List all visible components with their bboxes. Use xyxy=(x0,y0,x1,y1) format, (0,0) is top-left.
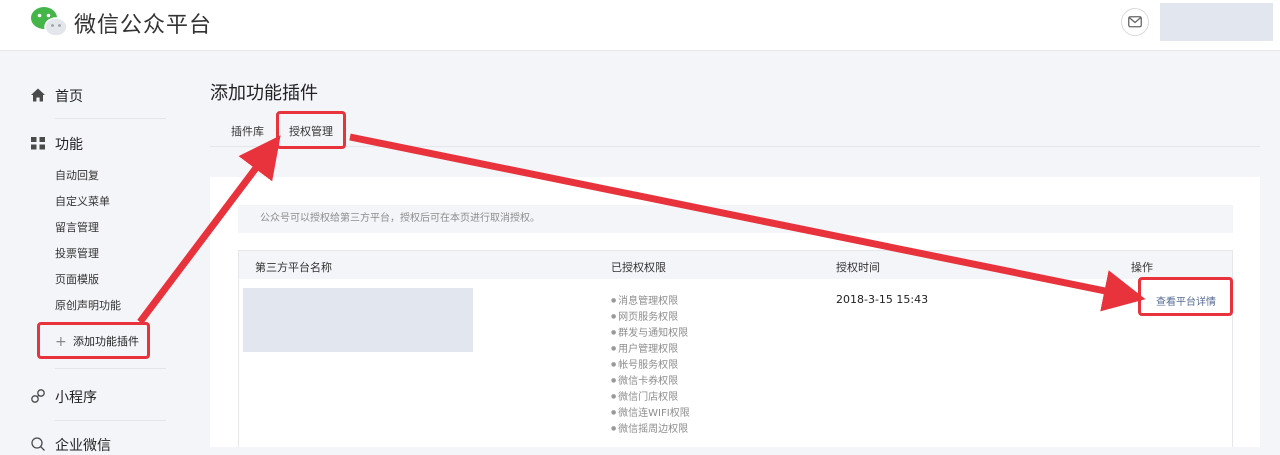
list-item: 帐号服务权限 xyxy=(611,357,690,373)
table-header: 第三方平台名称 已授权权限 授权时间 操作 xyxy=(239,251,1232,279)
sidebar-item-label: 功能 xyxy=(55,137,83,153)
sidebar-subitem-comments[interactable]: 留言管理 xyxy=(55,219,99,235)
notice-text: 公众号可以授权给第三方平台，授权后可在本页进行取消授权。 xyxy=(238,205,1233,233)
list-item: 微信卡券权限 xyxy=(611,373,690,389)
sidebar-subitem-page-templates[interactable]: 页面模版 xyxy=(55,271,99,287)
column-header-permissions: 已授权权限 xyxy=(611,261,666,274)
account-avatar[interactable] xyxy=(1160,3,1273,41)
mail-icon xyxy=(1128,16,1142,28)
sidebar-item-label: 首页 xyxy=(55,89,83,105)
home-icon xyxy=(31,88,45,102)
tab-bar: 插件库 授权管理 xyxy=(210,113,1260,149)
list-item: 微信连WIFI权限 xyxy=(611,405,690,421)
column-header-action: 操作 xyxy=(1131,261,1153,274)
authorization-time: 2018-3-15 15:43 xyxy=(836,293,929,306)
platform-name-placeholder xyxy=(243,288,473,352)
list-item: 微信门店权限 xyxy=(611,389,690,405)
permission-list: 消息管理权限 网页服务权限 群发与通知权限 用户管理权限 帐号服务权限 微信卡券… xyxy=(611,293,690,437)
list-item: 群发与通知权限 xyxy=(611,325,690,341)
sidebar-item-label: 企业微信 xyxy=(55,438,111,454)
authorization-table: 第三方平台名称 已授权权限 授权时间 操作 消息管理权限 网页服务权限 群发与通… xyxy=(238,250,1233,447)
list-item: 网页服务权限 xyxy=(611,309,690,325)
annotation-highlight-details-link xyxy=(1138,277,1233,316)
brand-title: 微信公众平台 xyxy=(74,13,213,38)
annotation-highlight-add-plugin xyxy=(37,322,150,359)
main-content: 添加功能插件 插件库 授权管理 公众号可以授权给第三方平台，授权后可在本页进行取… xyxy=(210,51,1260,447)
sidebar: 首页 功能 自动回复 自定义菜单 留言管理 投票管理 页面模版 原创声明功能 +… xyxy=(0,51,190,454)
sidebar-subitem-votes[interactable]: 投票管理 xyxy=(55,245,99,261)
wechat-logo-icon xyxy=(31,7,68,37)
list-item: 微信摇周边权限 xyxy=(611,421,690,437)
mail-button[interactable] xyxy=(1121,8,1149,36)
column-header-platform-name: 第三方平台名称 xyxy=(255,261,332,274)
sidebar-subitem-original-declaration[interactable]: 原创声明功能 xyxy=(55,297,121,313)
sidebar-subitem-custom-menu[interactable]: 自定义菜单 xyxy=(55,193,110,209)
divider xyxy=(55,118,166,119)
authorization-panel: 公众号可以授权给第三方平台，授权后可在本页进行取消授权。 第三方平台名称 已授权… xyxy=(210,177,1260,447)
top-bar: 微信公众平台 xyxy=(0,0,1280,51)
search-icon xyxy=(31,437,45,451)
grid-icon xyxy=(31,137,45,150)
list-item: 消息管理权限 xyxy=(611,293,690,309)
column-header-time: 授权时间 xyxy=(836,261,880,274)
tab-plugin-library[interactable]: 插件库 xyxy=(231,123,264,139)
list-item: 用户管理权限 xyxy=(611,341,690,357)
link-icon xyxy=(31,389,45,403)
sidebar-subitem-auto-reply[interactable]: 自动回复 xyxy=(55,167,99,183)
sidebar-item-label: 小程序 xyxy=(55,390,97,406)
annotation-highlight-auth-tab xyxy=(276,111,346,149)
divider xyxy=(55,368,166,369)
divider xyxy=(55,420,166,421)
page-title: 添加功能插件 xyxy=(210,83,318,104)
